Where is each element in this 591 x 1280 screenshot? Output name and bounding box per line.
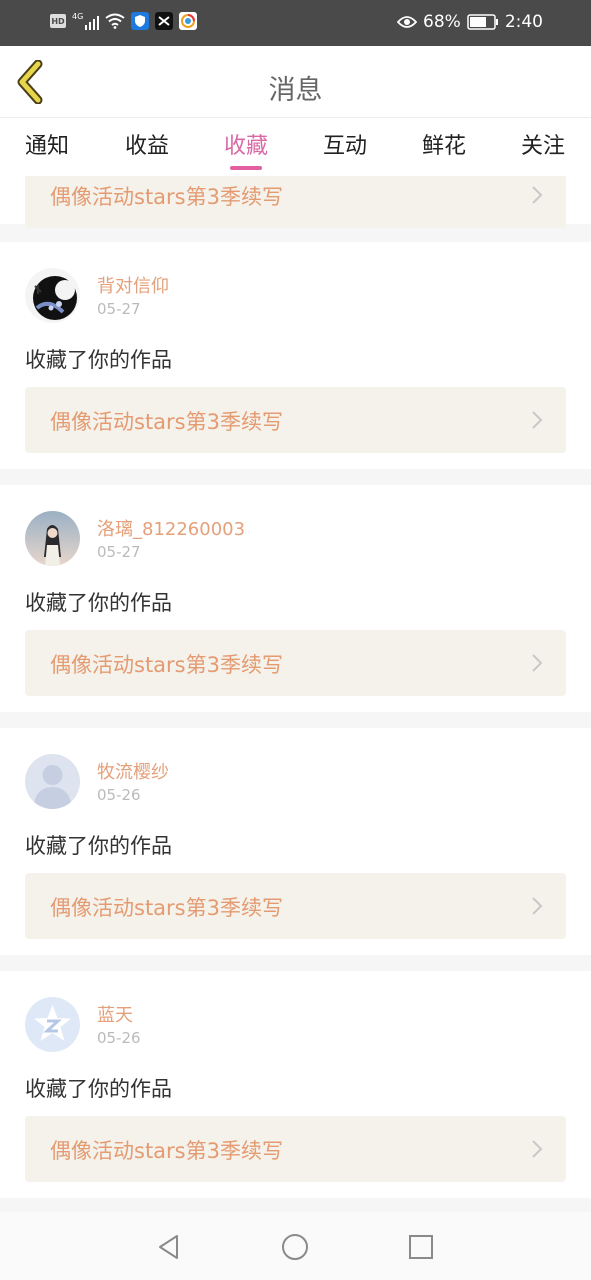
work-link[interactable]: 偶像活动stars第3季续写 — [25, 387, 566, 453]
tab-following[interactable]: 关注 — [503, 128, 583, 172]
work-title: 偶像活动stars第3季续写 — [50, 410, 283, 434]
date: 05-26 — [97, 786, 141, 804]
avatar[interactable] — [25, 754, 80, 809]
girl-photo-avatar-icon — [25, 511, 80, 566]
favorites-feed[interactable]: 偶像活动stars第3季续写 背对信仰 05-27 收藏了你的作品 偶像活动st… — [0, 176, 591, 1212]
action-text: 收藏了你的作品 — [25, 834, 172, 858]
tab-notifications[interactable]: 通知 — [7, 128, 87, 172]
ink-painting-avatar-icon — [25, 268, 80, 323]
work-title: 偶像活动stars第3季续写 — [50, 1139, 283, 1163]
nav-recents-icon[interactable] — [407, 1233, 435, 1261]
avatar[interactable] — [25, 268, 80, 323]
tab-interactions[interactable]: 互动 — [305, 128, 385, 172]
work-title: 偶像活动stars第3季续写 — [50, 896, 283, 920]
work-link[interactable]: 偶像活动stars第3季续写 — [25, 630, 566, 696]
chevron-right-icon — [532, 897, 543, 915]
avatar[interactable] — [25, 997, 80, 1052]
active-tab-indicator — [230, 166, 262, 170]
status-right-icons: 68% 2:40 — [397, 12, 543, 32]
action-text: 收藏了你的作品 — [25, 591, 172, 615]
list-item: 牧流樱纱 05-26 收藏了你的作品 偶像活动stars第3季续写 — [0, 728, 591, 955]
list-item: 蓝天 05-26 收藏了你的作品 偶像活动stars第3季续写 — [0, 971, 591, 1198]
chevron-right-icon — [532, 1140, 543, 1158]
screen: HD 4G 68% 2:40 消息 通知 收益 收藏 互动 鲜花 关注 偶像活动… — [0, 0, 591, 1280]
capcut-app-icon — [155, 12, 174, 30]
user-name[interactable]: 洛璃_812260003 — [97, 515, 245, 541]
user-name[interactable]: 背对信仰 — [97, 272, 169, 298]
date: 05-27 — [97, 543, 141, 561]
date: 05-27 — [97, 300, 141, 318]
list-item: 背对信仰 05-27 收藏了你的作品 偶像活动stars第3季续写 — [0, 242, 591, 469]
system-nav-bar — [0, 1212, 591, 1280]
list-item-partial: 偶像活动stars第3季续写 — [0, 176, 591, 228]
action-text: 收藏了你的作品 — [25, 348, 172, 372]
user-name[interactable]: 牧流樱纱 — [97, 758, 169, 784]
tab-flowers[interactable]: 鲜花 — [404, 128, 484, 172]
action-text: 收藏了你的作品 — [25, 1077, 172, 1101]
work-title: 偶像活动stars第3季续写 — [50, 653, 283, 677]
page-title: 消息 — [268, 75, 323, 106]
tab-earnings[interactable]: 收益 — [107, 128, 187, 172]
tab-bar: 通知 收益 收藏 互动 鲜花 关注 — [0, 118, 591, 176]
header: 消息 — [0, 46, 591, 118]
list-item: 洛璃_812260003 05-27 收藏了你的作品 偶像活动stars第3季续… — [0, 485, 591, 712]
shield-app-icon — [131, 12, 150, 30]
clock: 2:40 — [504, 12, 543, 32]
nav-home-icon[interactable] — [281, 1233, 309, 1261]
work-title: 偶像活动stars第3季续写 — [50, 185, 283, 209]
wifi-icon — [105, 13, 125, 29]
battery-percent: 68% — [423, 12, 461, 32]
status-bar: HD 4G 68% 2:40 — [0, 0, 591, 46]
work-link[interactable]: 偶像活动stars第3季续写 — [25, 176, 566, 228]
user-name[interactable]: 蓝天 — [97, 1001, 133, 1027]
status-left-icons: HD 4G — [50, 12, 198, 30]
qzone-star-avatar-icon — [25, 997, 80, 1052]
browser-app-icon — [179, 12, 198, 30]
work-link[interactable]: 偶像活动stars第3季续写 — [25, 873, 566, 939]
chevron-right-icon — [532, 411, 543, 429]
4g-signal-icon: 4G — [72, 12, 100, 30]
default-person-avatar-icon — [25, 754, 80, 809]
chevron-right-icon — [532, 654, 543, 672]
work-link[interactable]: 偶像活动stars第3季续写 — [25, 1116, 566, 1182]
date: 05-26 — [97, 1029, 141, 1047]
avatar[interactable] — [25, 511, 80, 566]
eye-comfort-icon — [397, 16, 418, 28]
chevron-right-icon — [532, 186, 543, 204]
hd-icon: HD — [50, 14, 66, 28]
nav-back-icon[interactable] — [155, 1233, 183, 1261]
battery-icon — [467, 14, 498, 30]
